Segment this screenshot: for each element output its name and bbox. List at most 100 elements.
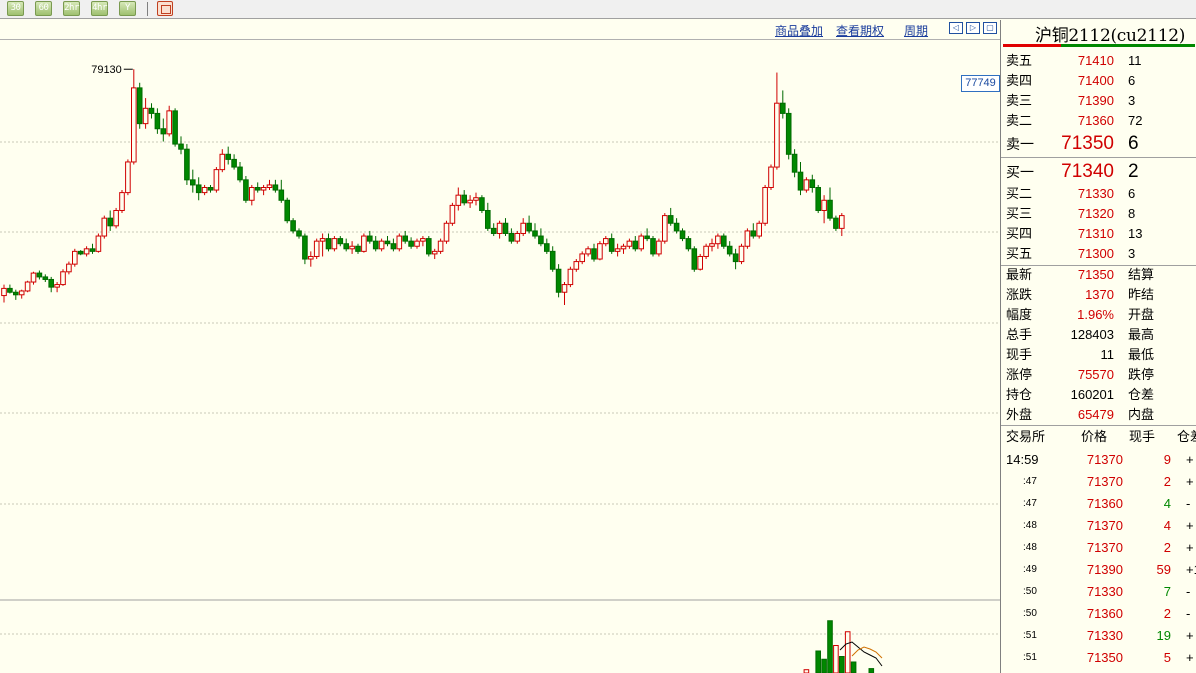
- candle-body: [762, 187, 768, 224]
- candle-body: [331, 238, 338, 250]
- ask-level[interactable]: 卖一 71350 6: [1001, 134, 1196, 154]
- bid-price[interactable]: 71330: [1078, 184, 1114, 204]
- candle-body: [48, 278, 55, 288]
- trade-row[interactable]: 14:59 71370 9 +: [1001, 449, 1196, 471]
- candle-body: [420, 238, 426, 242]
- ask-price[interactable]: 71360: [1078, 111, 1114, 131]
- period-60min-button[interactable]: 60: [35, 1, 52, 16]
- period-2hr-button[interactable]: 2hr: [63, 1, 80, 16]
- bid-volume: 2: [1128, 161, 1139, 182]
- trade-qty: 2: [1163, 606, 1171, 621]
- candle-body: [178, 143, 184, 150]
- trade-qty: 7: [1163, 584, 1171, 599]
- bid-strength-bar: [1003, 44, 1061, 47]
- bid-price[interactable]: 71340: [1061, 162, 1114, 182]
- trade-time: :48: [1023, 542, 1037, 553]
- candle-body: [184, 148, 190, 181]
- candle-body: [384, 240, 391, 245]
- trade-qty: 2: [1163, 540, 1171, 555]
- candle-body: [372, 240, 379, 250]
- bid-level[interactable]: 买一 71340 2: [1001, 162, 1196, 182]
- period-30min-button[interactable]: 30: [7, 1, 24, 16]
- stat-row: 现手 11 最低: [1001, 345, 1196, 365]
- volume-ma-line: [851, 646, 883, 659]
- candle-body: [125, 161, 131, 194]
- period-4hr-button[interactable]: 4hr: [91, 1, 108, 16]
- candle-body: [343, 243, 349, 250]
- candle-body: [785, 112, 792, 155]
- trade-row[interactable]: :51 71350 5 +: [1001, 647, 1196, 669]
- kline-chart-area[interactable]: 79130 商品叠加 查看期权 周期 ◁ ▷ ▢ 77749: [0, 20, 1000, 673]
- trading-window: 30 60 2hr 4hr Y 79130 商品叠加 查看期权 周期 ◁ ▷ ▢…: [0, 0, 1196, 673]
- candle-body: [750, 230, 757, 237]
- ask-price[interactable]: 71390: [1078, 91, 1114, 111]
- trade-row[interactable]: :51 71330 19 +: [1001, 625, 1196, 647]
- trade-row[interactable]: :50 71330 7-: [1001, 581, 1196, 603]
- bid-level[interactable]: 买五 71300 3: [1001, 244, 1196, 264]
- ask-price[interactable]: 71400: [1078, 71, 1114, 91]
- candle-body: [325, 238, 332, 250]
- period-link[interactable]: 周期: [904, 22, 928, 39]
- bid-level[interactable]: 买三 71320 8: [1001, 204, 1196, 224]
- trade-row[interactable]: :50 71360 2-: [1001, 603, 1196, 625]
- bid-level[interactable]: 买二 71330 6: [1001, 184, 1196, 204]
- candle-body: [685, 238, 692, 250]
- bid-price[interactable]: 71320: [1078, 204, 1114, 224]
- ask-level[interactable]: 卖五 71410 11: [1001, 51, 1196, 71]
- trade-row[interactable]: :48 71370 2 +: [1001, 537, 1196, 559]
- ask-price[interactable]: 71350: [1061, 134, 1114, 154]
- candle-body: [249, 187, 255, 201]
- candle-body: [656, 240, 662, 255]
- candle-body: [514, 232, 521, 242]
- candle-body: [437, 240, 444, 252]
- trade-price: 71360: [1086, 606, 1123, 621]
- bid-price[interactable]: 71310: [1078, 224, 1114, 244]
- stat-row: 涨停 75570 跌停: [1001, 365, 1196, 385]
- candle-body: [272, 184, 279, 191]
- trade-qty: 2: [1163, 474, 1171, 489]
- trade-row[interactable]: :48 71370 4 +: [1001, 515, 1196, 537]
- scroll-right-icon[interactable]: ▷: [966, 22, 980, 34]
- candle-body: [1, 287, 7, 297]
- candle-body: [667, 215, 674, 224]
- trade-row[interactable]: :47 71360 4-: [1001, 493, 1196, 515]
- ask-level[interactable]: 卖四 71400 6: [1001, 71, 1196, 91]
- period-year-button[interactable]: Y: [119, 1, 136, 16]
- divider: [1001, 425, 1196, 426]
- candle-body: [190, 179, 196, 186]
- kline-chart[interactable]: 79130: [0, 20, 1000, 673]
- overlay-product-link[interactable]: 商品叠加: [775, 22, 823, 39]
- trade-row[interactable]: :49 71390 59 +1: [1001, 559, 1196, 581]
- candle-body: [378, 240, 385, 250]
- candle-body: [549, 250, 556, 270]
- candle-body: [703, 245, 709, 257]
- scroll-left-icon[interactable]: ◁: [949, 22, 963, 34]
- bid-volume: 3: [1128, 246, 1136, 261]
- trade-row[interactable]: :47 71370 2 +: [1001, 471, 1196, 493]
- candle-body: [561, 284, 568, 293]
- candle-body: [207, 187, 214, 191]
- stat-label-right: 仓差: [1128, 387, 1155, 402]
- candle-body: [821, 199, 827, 211]
- trade-oi-change: -: [1186, 584, 1191, 599]
- trade-qty: 59: [1156, 562, 1171, 577]
- cursor-price-tag: 77749: [961, 75, 1000, 92]
- candle-body: [526, 222, 532, 232]
- candle-body: [142, 107, 149, 125]
- candle-body: [479, 197, 485, 211]
- candle-body: [815, 187, 822, 211]
- ask-level[interactable]: 卖二 71360 72: [1001, 111, 1196, 131]
- bid-level[interactable]: 买四 71310 13: [1001, 224, 1196, 244]
- candle-body: [101, 217, 108, 237]
- ask-level[interactable]: 卖三 71390 3: [1001, 91, 1196, 111]
- ask-price[interactable]: 71410: [1078, 51, 1114, 71]
- high-label: 79130: [91, 64, 122, 76]
- view-options-link[interactable]: 查看期权: [836, 22, 884, 39]
- trade-time: :47: [1023, 476, 1037, 487]
- candle-body: [42, 276, 49, 280]
- maximize-icon[interactable]: ▢: [983, 22, 997, 34]
- window-layout-icon[interactable]: [157, 1, 173, 16]
- bid-price[interactable]: 71300: [1078, 244, 1114, 264]
- bid-label: 买一: [1006, 164, 1034, 180]
- candle-body: [260, 187, 267, 191]
